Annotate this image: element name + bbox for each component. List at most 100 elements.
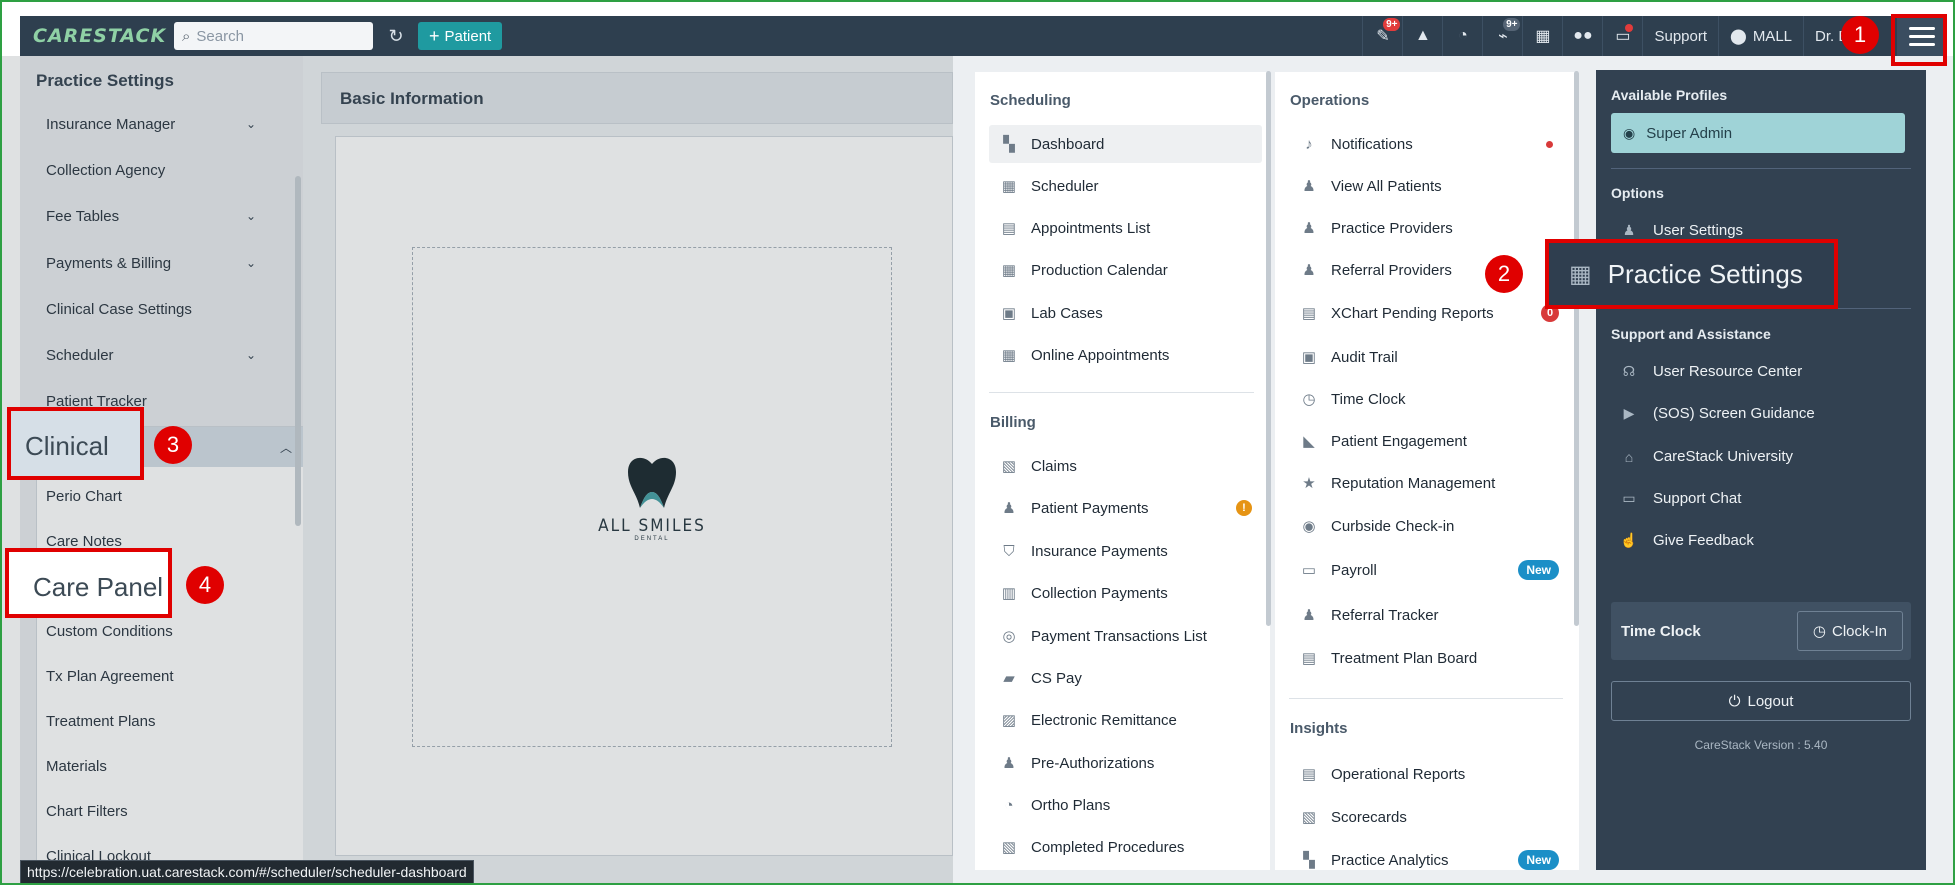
carestack-logo[interactable]: CARESTACK [33, 25, 165, 47]
menu-item-label: Payment Transactions List [1031, 627, 1207, 645]
menu-item-label: Patient Engagement [1331, 432, 1467, 450]
menu-item-treatment-plan-board[interactable]: ▤ Treatment Plan Board [1289, 639, 1477, 677]
menu-item-label: Claims [1031, 457, 1077, 475]
menu-item-scheduler[interactable]: ▦ Scheduler [989, 167, 1099, 205]
calendar-gear-icon: ▦ [1001, 262, 1017, 279]
wallet-icon: ▰ [1003, 670, 1015, 687]
menu-item-electronic-remittance[interactable]: ▨ Electronic Remittance [989, 701, 1177, 739]
calendar-icon[interactable]: ▦ [1522, 16, 1562, 56]
wifi-off-icon[interactable]: ⌁ 9+ [1482, 16, 1522, 56]
menu-item-patient-engagement[interactable]: ◣ Patient Engagement [1289, 422, 1467, 460]
menu-item-notifications[interactable]: ♪ Notifications [1289, 125, 1567, 163]
messages-dot [1625, 24, 1634, 32]
procedure-icon: ▧ [1001, 839, 1017, 856]
menu-item-patient-payments[interactable]: ♟ Patient Payments! [989, 489, 1262, 527]
menu-item-appointments-list[interactable]: ▤ Appointments List [989, 209, 1150, 247]
callout-number-4: 4 [186, 566, 224, 604]
user-settings-link[interactable]: ♟ User Settings [1620, 222, 1743, 239]
payroll-icon: ▭ [1301, 562, 1317, 579]
menu-item-cs-pay[interactable]: ▰ CS Pay [989, 659, 1082, 697]
menu-column-scrollbar[interactable] [1574, 71, 1579, 626]
callout-4-label: Care Panel [33, 572, 164, 602]
menu-column-scheduling-billing: Scheduling ▚ Dashboard ▦ Scheduler ▤ Appoin… [975, 72, 1270, 870]
support-item-label: CareStack University [1653, 448, 1794, 465]
referral-provider-icon: ♟ [1302, 262, 1316, 279]
options-title: Options [1611, 185, 1664, 201]
referral-tracker-icon: ♟ [1302, 607, 1316, 624]
tasks-icon[interactable]: ✎ 9+ [1362, 16, 1402, 56]
add-patient-button[interactable]: + Patient [418, 22, 503, 50]
menu-item-operational-reports[interactable]: ▤ Operational Reports [1289, 755, 1465, 793]
menu-item-scorecards[interactable]: ▧ Scorecards [1289, 798, 1407, 836]
users-icon: ♟ [1302, 178, 1316, 195]
support-link[interactable]: Support [1642, 16, 1718, 56]
chart-icon: ▤ [1301, 305, 1317, 322]
location-selector[interactable]: ⬤ MALL [1718, 16, 1803, 56]
search-input[interactable]: ⌕ Search [174, 22, 373, 50]
menu-item-pre-authorizations[interactable]: ♟ Pre-Authorizations [989, 744, 1154, 782]
calendar-icon: ▦ [1001, 178, 1017, 195]
user-resource-center-link[interactable]: ☊ User Resource Center [1620, 363, 1802, 380]
menu-item-label: Insurance Payments [1031, 542, 1168, 560]
menu-item-curbside-check-in[interactable]: ◉ Curbside Check-in [1289, 507, 1454, 545]
menu-item-label: Notifications [1331, 135, 1413, 153]
support-title: Support and Assistance [1611, 326, 1771, 342]
menu-item-practice-providers[interactable]: ♟ Practice Providers [1289, 209, 1452, 247]
menu-item-production-calendar[interactable]: ▦ Production Calendar [989, 251, 1168, 289]
menu-item-practice-analytics[interactable]: ▚ Practice Analytics New [1289, 841, 1567, 870]
menu-item-label: Online Appointments [1031, 346, 1170, 364]
dim-overlay[interactable] [2, 56, 953, 883]
support-item-label: Support Chat [1653, 490, 1742, 507]
callout-2-box[interactable]: ▦ Practice Settings [1545, 239, 1838, 309]
menu-item-dashboard[interactable]: ▚ Dashboard [989, 125, 1262, 163]
callout-4-box[interactable]: Care Panel [5, 548, 172, 618]
users-icon[interactable]: ●● [1562, 16, 1602, 56]
notification-dot [1546, 140, 1553, 148]
menu-item-label: Time Clock [1331, 390, 1406, 408]
operations-title: Operations [1290, 92, 1370, 109]
menu-item-referral-tracker[interactable]: ♟ Referral Tracker [1289, 596, 1438, 634]
menu-item-reputation-management[interactable]: ★ Reputation Management [1289, 464, 1495, 502]
menu-item-ortho-plans[interactable]: ◔ Ortho Plans [989, 786, 1110, 824]
menu-item-referral-providers[interactable]: ♟ Referral Providers [1289, 251, 1452, 289]
billing-title: Billing [990, 414, 1036, 431]
menu-item-audit-trail[interactable]: ▣ Audit Trail [1289, 338, 1398, 376]
menu-item-lab-cases[interactable]: ▣ Lab Cases [989, 294, 1103, 332]
sos-screen-guidance-link[interactable]: ▶ (SOS) Screen Guidance [1620, 405, 1815, 422]
callout-2-label: Practice Settings [1607, 259, 1803, 289]
logout-label: Logout [1747, 692, 1794, 710]
menu-item-completed-procedures[interactable]: ▧ Completed Procedures [989, 828, 1185, 866]
carestack-university-link[interactable]: ⌂ CareStack University [1620, 448, 1793, 465]
insights-title: Insights [1290, 720, 1348, 737]
headset-icon: ☊ [1622, 363, 1636, 379]
chat-icon[interactable]: ◔ [1442, 16, 1482, 56]
logout-button[interactable]: ⏻ Logout [1611, 681, 1911, 721]
menu-item-view-all-patients[interactable]: ♟ View All Patients [1289, 167, 1442, 205]
warning-badge: ! [1236, 500, 1252, 516]
menu-item-xchart-pending-reports[interactable]: ▤ XChart Pending Reports 0 [1289, 294, 1567, 332]
menu-item-payment-transactions-list[interactable]: ◎ Payment Transactions List [989, 617, 1207, 655]
menu-item-online-appointments[interactable]: ▦ Online Appointments [989, 336, 1170, 374]
available-profiles-title: Available Profiles [1611, 87, 1728, 103]
ortho-icon: ◔ [1004, 796, 1014, 814]
patient-payment-icon: ♟ [1002, 500, 1016, 517]
menu-column-operations-insights: Operations ♪ Notifications ♟ View All Pati… [1275, 72, 1579, 870]
refresh-icon[interactable]: ↻ [385, 26, 407, 47]
menu-item-collection-payments[interactable]: ▥ Collection Payments [989, 574, 1168, 612]
menu-item-label: Operational Reports [1331, 765, 1466, 783]
profile-super-admin[interactable]: ◉ Super Admin [1611, 113, 1905, 153]
callout-3-box[interactable]: Clinical [7, 407, 144, 480]
menu-item-time-clock[interactable]: ◷ Time Clock [1289, 380, 1405, 418]
callout-number-2: 2 [1485, 255, 1523, 293]
menu-item-payroll[interactable]: ▭ Payroll New [1289, 551, 1567, 589]
give-feedback-link[interactable]: ☝ Give Feedback [1620, 532, 1754, 549]
messages-icon[interactable]: ▭ [1602, 16, 1642, 56]
menu-item-insurance-payments[interactable]: ⛉ Insurance Payments [989, 532, 1168, 570]
menu-column-scrollbar[interactable] [1266, 71, 1271, 626]
support-chat-link[interactable]: ▭ Support Chat [1620, 490, 1741, 507]
menu-item-claims[interactable]: ▧ Claims [989, 447, 1077, 485]
clock-in-button[interactable]: ◷ Clock-In [1796, 611, 1903, 651]
menu-item-label: View All Patients [1331, 177, 1442, 195]
graduation-cap-icon[interactable]: ▲ [1402, 16, 1442, 56]
plus-icon: + [429, 25, 440, 46]
